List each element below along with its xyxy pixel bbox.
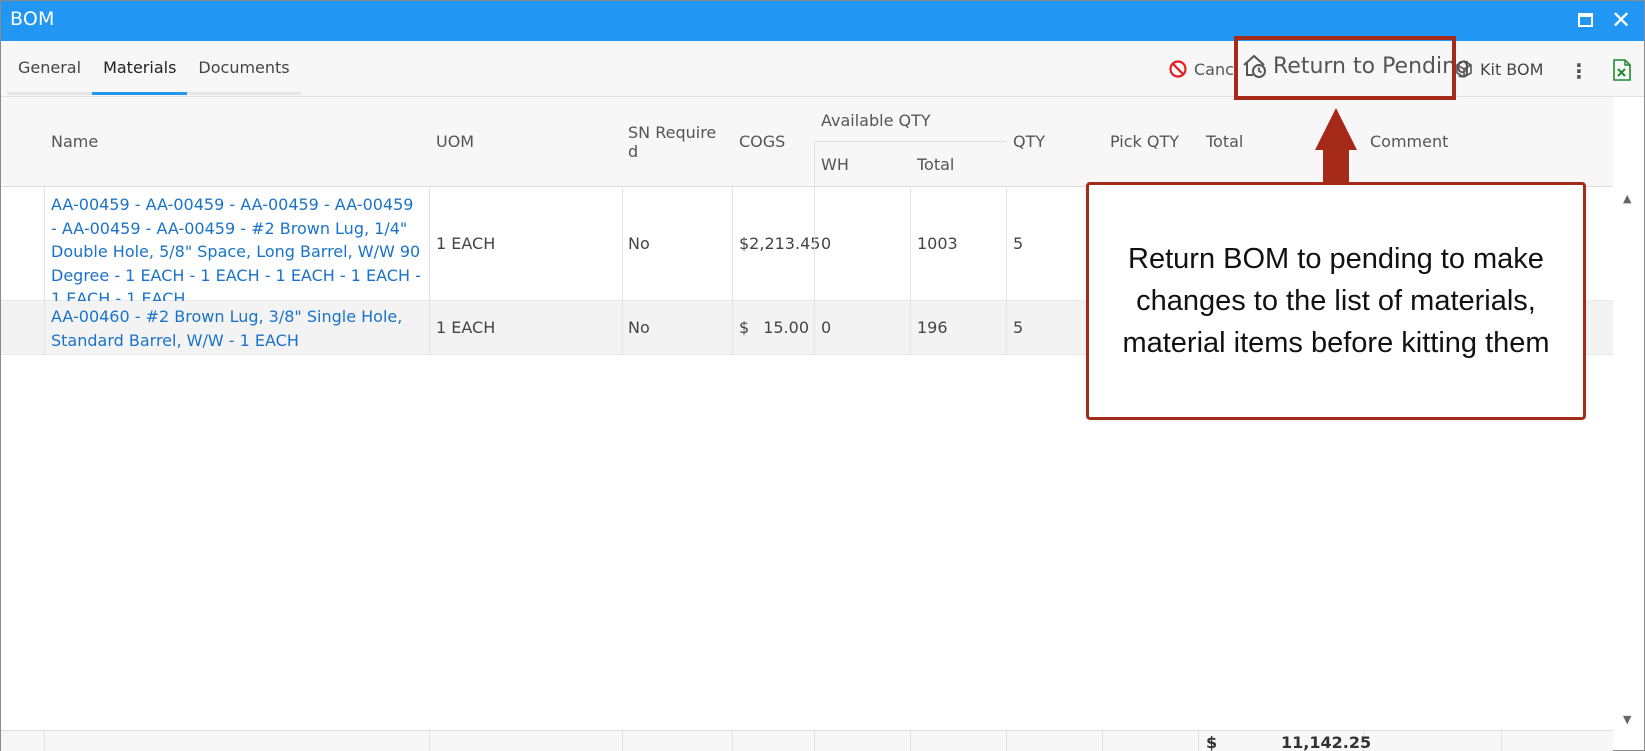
- header-qty[interactable]: QTY: [1013, 132, 1045, 151]
- annotation-callout: Return BOM to pending to make changes to…: [1086, 182, 1586, 420]
- footer-divider: [732, 731, 733, 751]
- more-options-button[interactable]: ⋮: [1569, 59, 1589, 83]
- export-excel-button[interactable]: [1613, 59, 1631, 81]
- maximize-button[interactable]: [1572, 7, 1598, 33]
- footer-divider: [622, 731, 623, 751]
- toolbar: General Materials Documents Cancel Retur…: [1, 41, 1644, 97]
- column-divider: [910, 187, 911, 355]
- column-divider: [622, 187, 623, 355]
- maximize-icon: [1577, 13, 1593, 27]
- footer-total: 11,142.25: [1281, 733, 1372, 751]
- callout-text: Return BOM to pending to make changes to…: [1122, 243, 1550, 359]
- annotation-arrow-head: [1315, 108, 1357, 150]
- wh-cell: 0: [821, 318, 832, 337]
- cancel-button[interactable]: Cancel: [1168, 59, 1234, 79]
- column-divider: [732, 187, 733, 355]
- tab-documents[interactable]: Documents: [187, 41, 300, 95]
- tab-materials[interactable]: Materials: [92, 41, 188, 95]
- header-name[interactable]: Name: [51, 132, 98, 151]
- cogs-cell: $2,213.45: [739, 234, 821, 253]
- footer-currency: $: [1206, 733, 1218, 751]
- kit-bom-label: Kit BOM: [1480, 59, 1544, 79]
- column-divider: [1006, 187, 1007, 355]
- tab-general[interactable]: General: [7, 41, 92, 95]
- footer-divider: [910, 731, 911, 751]
- header-available-qty: Available QTY: [821, 111, 931, 130]
- return-pending-icon: [1243, 54, 1266, 78]
- footer-divider: [1501, 731, 1502, 751]
- bom-window: BOM ✕ General Materials Documents Cancel: [0, 0, 1645, 751]
- header-available-total[interactable]: Total: [917, 155, 954, 174]
- cancel-label: Cancel: [1194, 59, 1234, 79]
- cogs-amount-cell: 15.00: [763, 318, 809, 337]
- qty-cell[interactable]: 5: [1013, 318, 1023, 337]
- sn-required-cell: No: [628, 234, 650, 253]
- footer-divider: [44, 731, 45, 751]
- cancel-icon: [1169, 60, 1187, 78]
- sn-required-cell: No: [628, 318, 650, 337]
- uom-cell: 1 EACH: [436, 318, 496, 337]
- header-group-divider: [815, 141, 1007, 142]
- scroll-down-arrow[interactable]: ▼: [1623, 713, 1631, 726]
- grid-header: Name UOM SN Require d COGS Available QTY…: [1, 97, 1613, 187]
- footer-divider: [1198, 731, 1199, 751]
- qty-cell[interactable]: 5: [1013, 234, 1023, 253]
- available-total-cell: 196: [917, 318, 948, 337]
- annotation-arrow-shaft: [1323, 147, 1349, 183]
- material-name-link[interactable]: AA-00459 - AA-00459 - AA-00459 - AA-0045…: [51, 193, 421, 311]
- excel-icon: [1613, 59, 1631, 81]
- footer-divider: [814, 731, 815, 751]
- grid-footer: $ 11,142.25: [1, 730, 1613, 751]
- column-divider: [429, 187, 430, 355]
- available-total-cell: 1003: [917, 234, 958, 253]
- window-title: BOM: [10, 8, 55, 30]
- wh-cell: 0: [821, 234, 832, 253]
- kit-bom-button[interactable]: Kit BOM: [1454, 59, 1543, 79]
- header-comment[interactable]: Comment: [1370, 132, 1448, 151]
- footer-divider: [1102, 731, 1103, 751]
- header-uom[interactable]: UOM: [436, 132, 474, 151]
- close-icon: ✕: [1610, 6, 1632, 34]
- close-button[interactable]: ✕: [1608, 7, 1634, 33]
- scroll-up-arrow[interactable]: ▲: [1623, 192, 1631, 205]
- return-to-pending-button[interactable]: Return to Pending: [1242, 53, 1470, 79]
- footer-divider: [1006, 731, 1007, 751]
- material-name-link[interactable]: AA-00460 - #2 Brown Lug, 3/8" Single Hol…: [51, 305, 431, 352]
- column-divider: [814, 141, 815, 355]
- column-divider: [44, 187, 45, 355]
- header-cogs[interactable]: COGS: [739, 132, 785, 151]
- header-total[interactable]: Total: [1206, 132, 1243, 151]
- uom-cell: 1 EACH: [436, 234, 496, 253]
- tab-bar: General Materials Documents: [7, 41, 301, 95]
- package-icon: [1456, 60, 1472, 78]
- cogs-currency-cell: $: [739, 318, 750, 337]
- header-sn-required[interactable]: SN Require d: [628, 123, 718, 161]
- header-pick-qty[interactable]: Pick QTY: [1110, 132, 1179, 151]
- title-bar: BOM ✕: [1, 1, 1644, 41]
- header-wh[interactable]: WH: [821, 155, 849, 174]
- return-to-pending-label: Return to Pending: [1273, 53, 1471, 79]
- more-vertical-icon: ⋮: [1569, 59, 1589, 83]
- footer-divider: [429, 731, 430, 751]
